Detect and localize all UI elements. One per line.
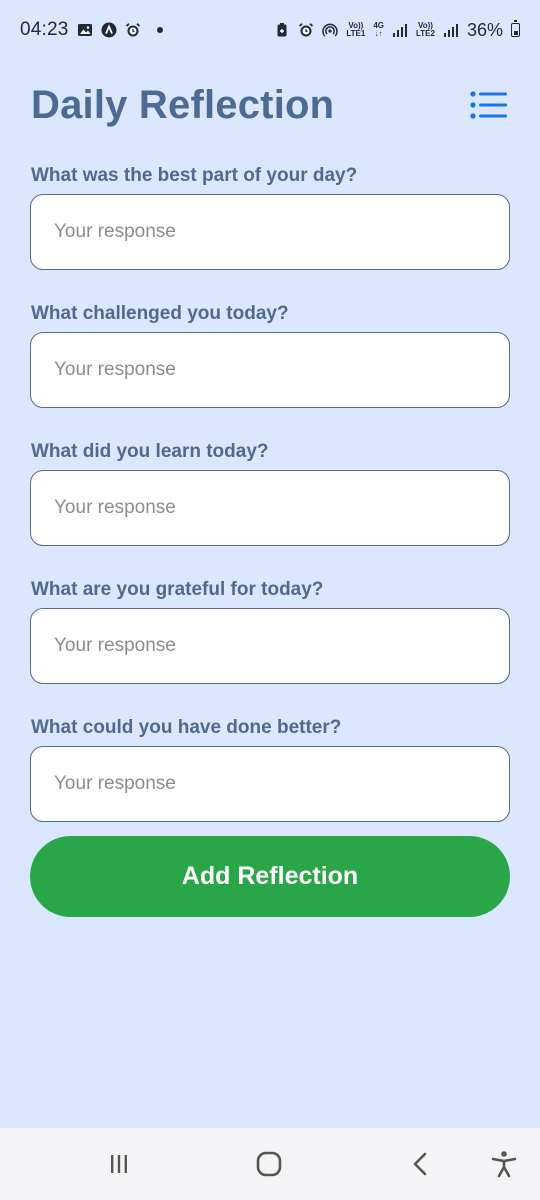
challenge-input[interactable] [30,332,510,408]
reflection-form: What was the best part of your day? What… [30,164,510,854]
status-left: 04:23 [20,19,163,41]
home-icon [256,1151,282,1177]
field-label: What are you grateful for today? [31,579,324,600]
add-reflection-button[interactable]: Add Reflection [30,836,510,917]
network-type-label: 4G ↓↑ [373,22,384,38]
learned-input[interactable] [30,470,510,546]
signal-icon [443,22,459,38]
field-label: What challenged you today? [31,303,289,324]
back-icon [413,1152,427,1176]
grateful-input[interactable] [30,608,510,684]
signal-icon [392,22,408,38]
accessibility-button[interactable] [486,1146,522,1182]
field-learned: What did you learn today? [30,440,510,546]
header: Daily Reflection [31,78,511,132]
status-right: Vo)) LTE1 4G ↓↑ Vo)) LTE2 36% [274,20,520,41]
network-label-2: Vo)) LTE2 [416,22,435,38]
battery-saver-icon [274,22,290,38]
network-label-1-bottom: LTE1 [346,29,366,38]
field-grateful: What are you grateful for today? [30,578,510,684]
network-label-1: Vo)) LTE1 [346,22,365,38]
network-type-bottom: ↓↑ [374,29,383,38]
field-better: What could you have done better? [30,716,510,822]
recents-icon [111,1155,127,1173]
list-icon [470,91,507,119]
alarm-icon [125,22,141,38]
dot-icon [156,27,163,33]
home-button[interactable] [251,1146,287,1182]
accessibility-icon [491,1151,517,1178]
field-challenge: What challenged you today? [30,302,510,408]
battery-percent: 36% [466,19,503,40]
alarm-icon [298,22,314,38]
recents-button[interactable] [101,1146,137,1182]
gallery-icon [77,22,93,38]
network-label-2-bottom: LTE2 [416,29,435,38]
field-best-part: What was the best part of your day? [30,164,510,270]
system-nav-bar [0,1128,540,1200]
better-input[interactable] [30,746,510,822]
page-title: Daily Reflection [31,82,335,127]
field-label: What could you have done better? [31,717,342,738]
hotspot-icon [322,22,339,38]
back-button[interactable] [403,1146,439,1182]
status-time: 04:23 [20,19,69,40]
menu-button[interactable] [469,85,509,125]
field-label: What was the best part of your day? [31,165,358,186]
app-a-icon [101,22,117,38]
field-label: What did you learn today? [31,441,269,462]
best-part-input[interactable] [30,194,510,270]
battery-icon [511,20,520,37]
status-bar: 04:23 Vo)) LTE1 4G ↓↑ Vo)) LTE2 36% [0,0,540,60]
